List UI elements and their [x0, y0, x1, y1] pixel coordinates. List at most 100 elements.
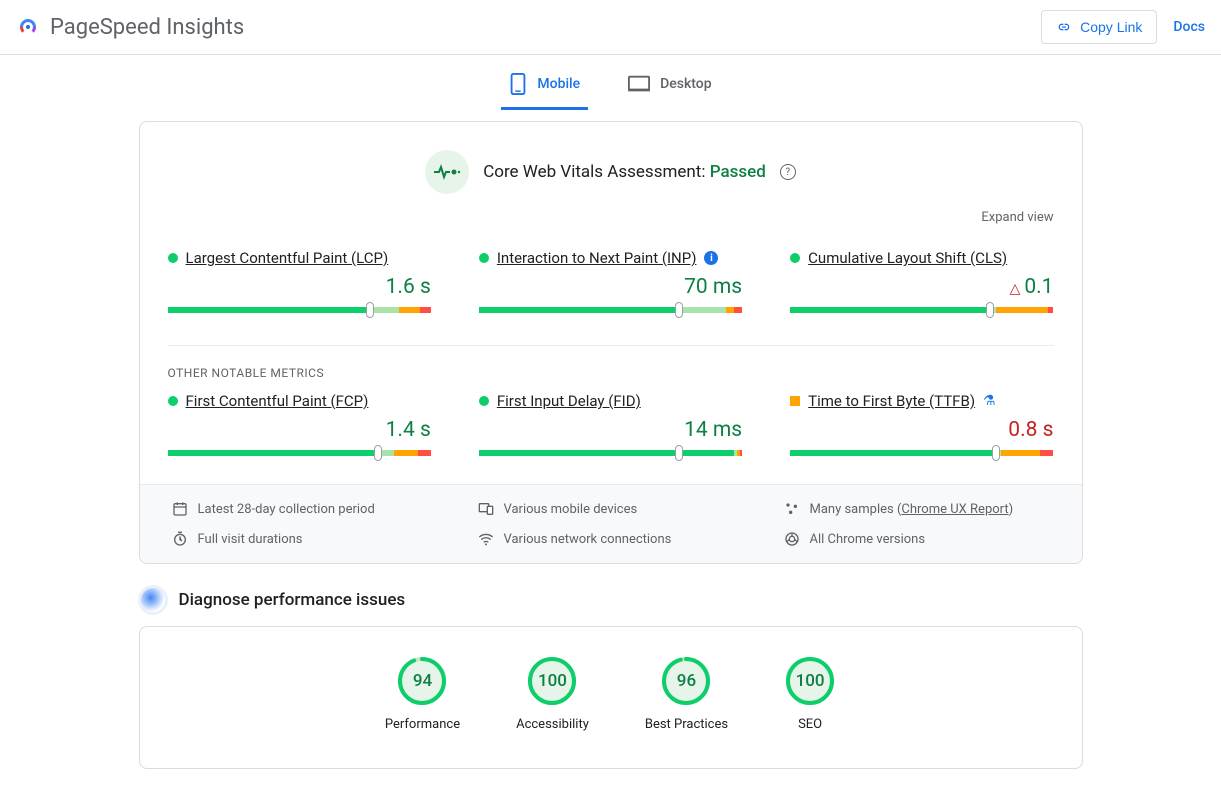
lighthouse-scores: 94 Performance 100 Accessibility 96 Best…	[140, 627, 1082, 768]
app-title: PageSpeed Insights	[50, 15, 244, 40]
metric-name-link[interactable]: Cumulative Layout Shift (CLS)	[808, 249, 1007, 267]
percentile-handle	[374, 445, 382, 461]
app-header: PageSpeed Insights Copy Link Docs	[0, 0, 1221, 55]
percentile-handle	[992, 445, 1000, 461]
score-label: SEO	[784, 717, 836, 732]
distribution-bar	[479, 307, 742, 313]
header-right: Copy Link Docs	[1041, 10, 1205, 44]
metric-name-link[interactable]: Interaction to Next Paint (INP)	[497, 249, 697, 267]
wifi-icon	[478, 531, 494, 547]
score-gauge: 94	[396, 655, 448, 707]
footer-durations: Full visit durations	[172, 531, 450, 547]
flask-icon: ⚗	[983, 393, 996, 409]
tab-mobile-label: Mobile	[537, 76, 580, 92]
devices-icon	[478, 501, 494, 517]
score-gauge: 100	[784, 655, 836, 707]
distribution-bar	[168, 450, 431, 456]
info-icon[interactable]: i	[704, 251, 718, 265]
metric-name-link[interactable]: Time to First Byte (TTFB)	[808, 392, 975, 410]
metric-header: First Contentful Paint (FCP)	[168, 392, 431, 410]
header-left: PageSpeed Insights	[16, 15, 244, 40]
metric-item: First Contentful Paint (FCP) 1.4 s	[168, 392, 431, 456]
metric-value: △0.1	[790, 275, 1053, 299]
cwv-title: Core Web Vitals Assessment: Passed	[483, 162, 766, 182]
field-data-footer: Latest 28-day collection period Various …	[140, 484, 1082, 563]
footer-samples: Many samples (Chrome UX Report)	[784, 501, 1062, 517]
timer-icon	[172, 531, 188, 547]
metric-item: Time to First Byte (TTFB) ⚗ 0.8 s	[790, 392, 1053, 456]
crux-report-link[interactable]: Chrome UX Report	[901, 502, 1008, 517]
other-metrics-label: OTHER NOTABLE METRICS	[168, 345, 1054, 380]
status-dot	[168, 253, 178, 263]
metric-name-link[interactable]: First Contentful Paint (FCP)	[186, 392, 369, 410]
metric-header: Cumulative Layout Shift (CLS)	[790, 249, 1053, 267]
metric-item: Cumulative Layout Shift (CLS) △0.1	[790, 249, 1053, 313]
copy-link-label: Copy Link	[1080, 19, 1142, 35]
metric-header: First Input Delay (FID)	[479, 392, 742, 410]
device-tabs: Mobile Desktop	[0, 55, 1221, 111]
metric-value: 0.8 s	[790, 418, 1053, 442]
status-dot	[479, 253, 489, 263]
score-gauge: 96	[660, 655, 712, 707]
cwv-title-prefix: Core Web Vitals Assessment:	[483, 162, 710, 182]
metric-name-link[interactable]: First Input Delay (FID)	[497, 392, 641, 410]
help-icon[interactable]: ?	[780, 164, 796, 180]
pulse-icon	[425, 150, 469, 194]
cwv-metrics-grid: Largest Contentful Paint (LCP) 1.6 s Int…	[168, 249, 1054, 313]
score-accessibility[interactable]: 100 Accessibility	[516, 655, 589, 732]
score-label: Performance	[385, 717, 460, 732]
copy-link-button[interactable]: Copy Link	[1041, 10, 1157, 44]
cwv-header: Core Web Vitals Assessment: Passed ?	[168, 150, 1054, 194]
metric-value: 70 ms	[479, 275, 742, 299]
expand-view-link[interactable]: Expand view	[168, 210, 1054, 225]
footer-versions: All Chrome versions	[784, 531, 1062, 547]
lighthouse-card: 94 Performance 100 Accessibility 96 Best…	[139, 626, 1083, 769]
main-content: Core Web Vitals Assessment: Passed ? Exp…	[131, 121, 1091, 769]
metric-header: Largest Contentful Paint (LCP)	[168, 249, 431, 267]
chrome-icon	[784, 531, 800, 547]
score-best practices[interactable]: 96 Best Practices	[645, 655, 728, 732]
metric-name-link[interactable]: Largest Contentful Paint (LCP)	[186, 249, 389, 267]
score-performance[interactable]: 94 Performance	[385, 655, 460, 732]
status-dot	[479, 396, 489, 406]
percentile-handle	[675, 445, 683, 461]
cwv-card: Core Web Vitals Assessment: Passed ? Exp…	[139, 121, 1083, 564]
tab-desktop[interactable]: Desktop	[620, 61, 719, 110]
score-value: 94	[396, 655, 448, 707]
scatter-icon	[784, 501, 800, 517]
mobile-icon	[509, 73, 527, 95]
cwv-status: Passed	[710, 162, 766, 182]
calendar-icon	[172, 501, 188, 517]
docs-link[interactable]: Docs	[1173, 19, 1205, 35]
status-dot	[790, 253, 800, 263]
percentile-handle	[366, 302, 374, 318]
score-label: Best Practices	[645, 717, 728, 732]
metric-header: Time to First Byte (TTFB) ⚗	[790, 392, 1053, 410]
percentile-handle	[675, 302, 683, 318]
distribution-bar	[790, 307, 1053, 313]
score-value: 100	[526, 655, 578, 707]
distribution-bar	[168, 307, 431, 313]
diagnose-header: Diagnose performance issues	[141, 588, 1083, 612]
metric-value: 14 ms	[479, 418, 742, 442]
score-value: 96	[660, 655, 712, 707]
distribution-bar	[479, 450, 742, 456]
lighthouse-badge-icon	[141, 588, 165, 612]
footer-period: Latest 28-day collection period	[172, 501, 450, 517]
footer-network: Various network connections	[478, 531, 756, 547]
metric-item: First Input Delay (FID) 14 ms	[479, 392, 742, 456]
score-seo[interactable]: 100 SEO	[784, 655, 836, 732]
tab-mobile[interactable]: Mobile	[501, 61, 588, 110]
psi-logo-icon	[16, 15, 40, 39]
link-icon	[1056, 19, 1072, 35]
metric-header: Interaction to Next Paint (INP) i	[479, 249, 742, 267]
metric-value: 1.4 s	[168, 418, 431, 442]
footer-devices: Various mobile devices	[478, 501, 756, 517]
other-metrics-grid: First Contentful Paint (FCP) 1.4 s First…	[168, 392, 1054, 456]
status-dot	[168, 396, 178, 406]
status-square	[790, 396, 800, 406]
distribution-bar	[790, 450, 1053, 456]
warning-icon: △	[1010, 281, 1021, 297]
score-gauge: 100	[526, 655, 578, 707]
desktop-icon	[628, 75, 650, 93]
